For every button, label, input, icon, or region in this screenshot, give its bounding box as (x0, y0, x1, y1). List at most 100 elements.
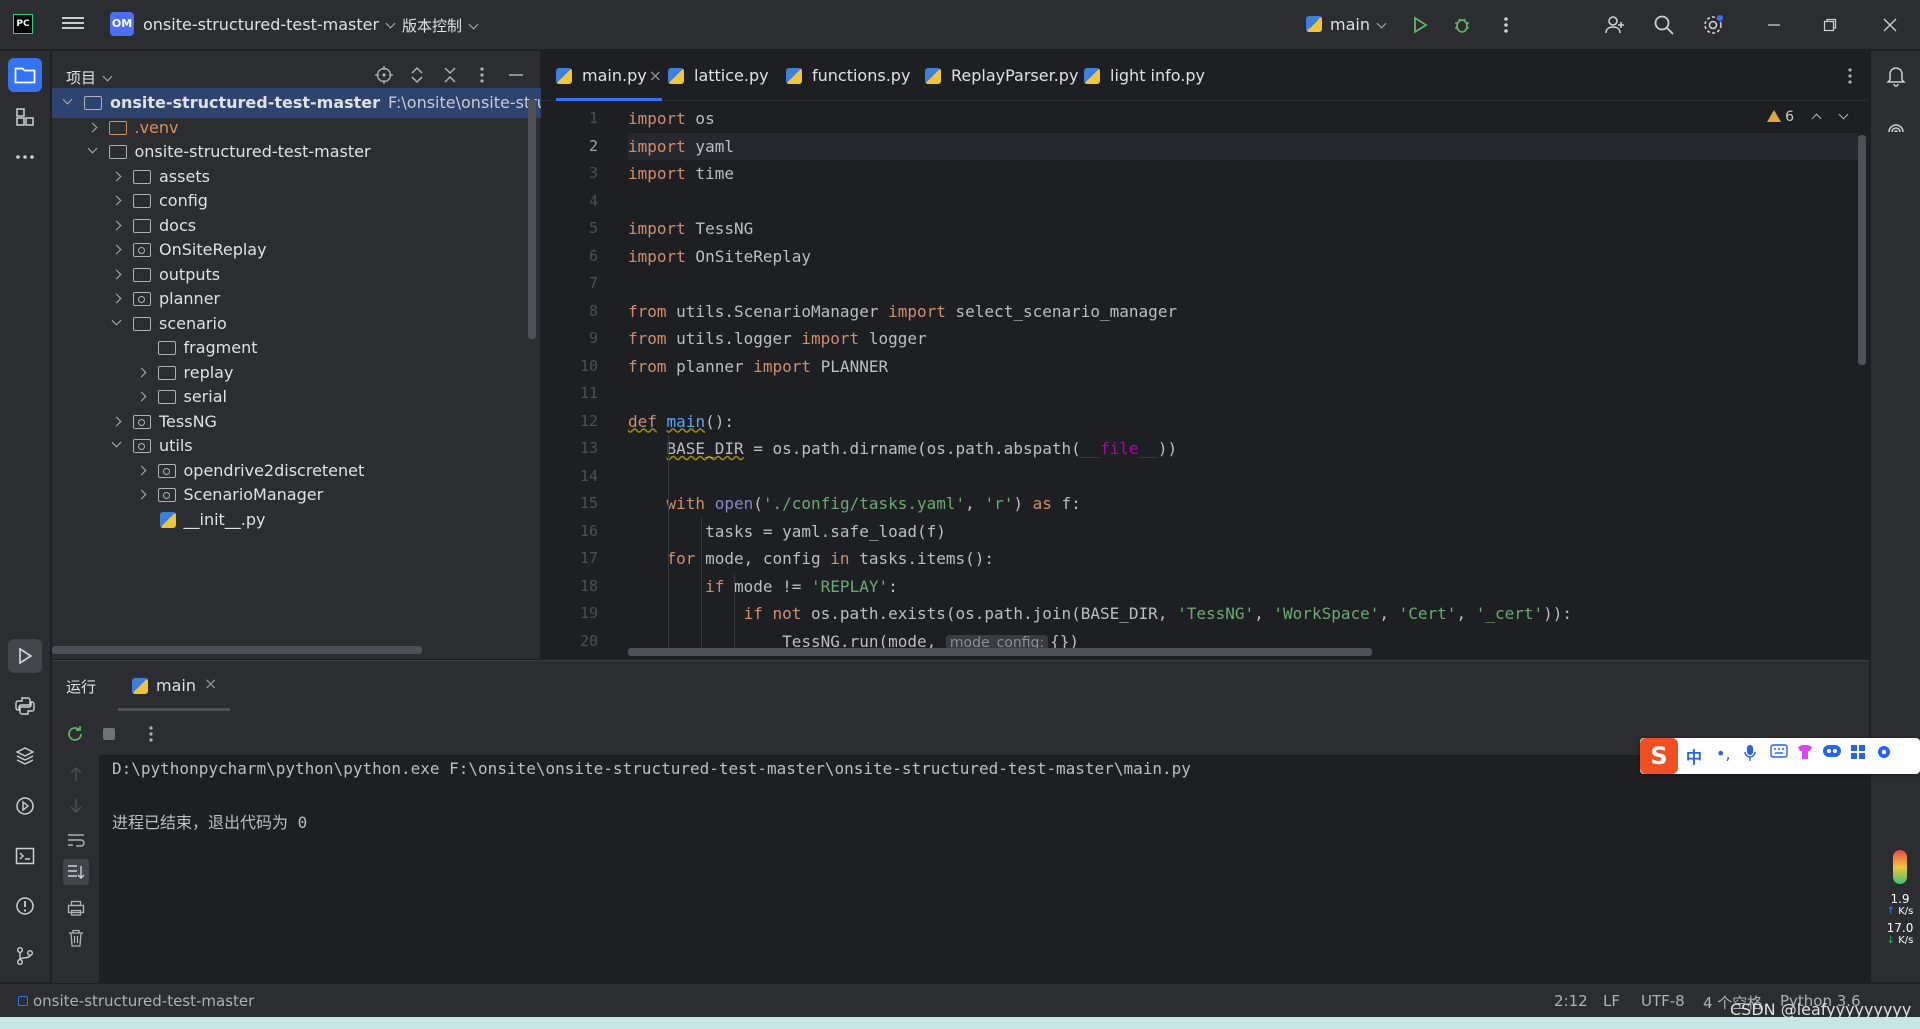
code-view[interactable]: import os import yaml import time import Te… (628, 101, 1858, 659)
restore-icon[interactable] (1818, 13, 1842, 37)
tree-vertical-scrollbar[interactable] (528, 99, 536, 339)
chevron-right-icon[interactable] (111, 195, 122, 206)
problems-icon[interactable] (8, 889, 42, 923)
project-tool-window: 项目 onsite-structured-test-master F:\onsit… (52, 51, 541, 659)
stop-icon[interactable] (98, 723, 120, 745)
punctuation-icon[interactable]: •, (1716, 744, 1731, 763)
chevron-right-icon[interactable] (111, 171, 122, 181)
project-badge[interactable]: OM (110, 12, 134, 36)
line-number: 11 (579, 384, 598, 402)
status-project-name[interactable]: onsite-structured-test-master (33, 992, 254, 1010)
add-user-icon[interactable] (1603, 13, 1627, 37)
chevron-right-icon[interactable] (111, 220, 122, 230)
python-packages-icon[interactable] (8, 739, 42, 773)
tree-item[interactable]: __init__.py (52, 505, 541, 535)
structure-tool-icon[interactable] (8, 100, 42, 134)
more-actions-icon[interactable] (1494, 13, 1518, 37)
skin-icon[interactable] (1796, 744, 1814, 760)
project-tool-icon[interactable] (8, 58, 42, 92)
next-highlight-icon[interactable] (1838, 109, 1849, 120)
chevron-right-icon[interactable] (136, 489, 146, 500)
tab-options-icon[interactable] (1845, 67, 1855, 85)
locate-file-icon[interactable] (374, 65, 394, 85)
title-bar: PC OM onsite-structured-test-master 版本控制… (0, 0, 1920, 50)
scroll-up-icon[interactable] (65, 763, 87, 785)
chevron-right-icon[interactable] (136, 367, 146, 377)
code-line: BASE_DIR = os.path.dirname(os.path.abspa… (666, 439, 1178, 458)
debug-icon[interactable] (1450, 13, 1474, 37)
ime-settings-icon[interactable] (1876, 744, 1892, 760)
chevron-right-icon[interactable] (111, 269, 122, 279)
run-tool-icon[interactable] (8, 639, 42, 673)
scroll-to-end-icon[interactable] (63, 859, 89, 885)
services-icon[interactable] (8, 789, 42, 823)
chevron-down-icon (102, 71, 113, 82)
more-tools-icon[interactable] (8, 140, 42, 174)
settings-gear-icon[interactable] (1701, 13, 1725, 37)
line-number: 3 (588, 164, 598, 182)
run-config-label: main (1330, 15, 1370, 34)
run-icon[interactable] (1408, 13, 1432, 37)
run-config-selector[interactable]: main (1306, 15, 1387, 34)
clear-all-icon[interactable] (65, 927, 87, 949)
chevron-down-icon[interactable] (111, 315, 122, 325)
main-menu-icon[interactable] (62, 14, 84, 34)
project-view-selector[interactable]: 项目 (66, 67, 113, 88)
ime-language-toggle[interactable]: 中 (1686, 744, 1702, 768)
chevron-right-icon[interactable] (111, 293, 122, 304)
chevron-right-icon[interactable] (136, 391, 146, 402)
editor-tab[interactable]: light info.py (1084, 51, 1224, 101)
microphone-icon[interactable] (1744, 744, 1756, 762)
editor-tab[interactable]: functions.py (786, 51, 916, 101)
editor-vertical-scrollbar[interactable] (1858, 135, 1866, 365)
editor-tab[interactable]: lattice.py (668, 51, 778, 101)
ai-assistant-icon[interactable] (1879, 109, 1913, 143)
editor-tab-bar: main.py × lattice.py functions.py ReplayPars… (542, 51, 1869, 101)
close-window-icon[interactable] (1878, 13, 1902, 37)
print-icon[interactable] (65, 897, 87, 919)
python-console-icon[interactable] (8, 689, 42, 723)
toolbox-icon[interactable] (1850, 744, 1866, 760)
run-more-icon[interactable] (140, 723, 162, 745)
ime-toolbar[interactable]: S 中 •, (1640, 738, 1920, 774)
run-tab-label: main (156, 676, 196, 695)
vcs-menu[interactable]: 版本控制 (402, 15, 479, 36)
keyboard-icon[interactable] (1770, 744, 1788, 758)
editor-tab[interactable]: main.py × (556, 51, 662, 101)
chevron-down-icon[interactable] (62, 94, 73, 105)
run-tab-main[interactable]: main × (118, 661, 230, 711)
game-icon[interactable] (1822, 744, 1842, 758)
git-icon[interactable] (8, 939, 42, 973)
editor-horizontal-scrollbar[interactable] (628, 648, 1372, 656)
scroll-down-icon[interactable] (65, 795, 87, 817)
package-folder-icon (133, 439, 151, 453)
hide-panel-icon[interactable] (506, 65, 526, 85)
prev-highlight-icon[interactable] (1811, 113, 1821, 124)
collapse-all-icon[interactable] (440, 65, 460, 85)
expand-all-icon[interactable] (407, 65, 427, 85)
chevron-down-icon[interactable] (87, 143, 97, 154)
soft-wrap-icon[interactable] (65, 829, 87, 851)
chevron-down-icon[interactable] (111, 437, 122, 448)
close-tab-icon[interactable]: × (649, 51, 662, 101)
search-icon[interactable] (1652, 13, 1676, 37)
line-separator[interactable]: LF (1603, 992, 1620, 1010)
file-encoding[interactable]: UTF-8 (1641, 992, 1685, 1010)
editor-tab[interactable]: ReplayParser.py (925, 51, 1078, 101)
rerun-icon[interactable] (64, 723, 86, 745)
minimize-icon[interactable] (1762, 13, 1786, 37)
inspection-widget[interactable]: 6 (1766, 109, 1849, 125)
chevron-right-icon[interactable] (136, 465, 146, 475)
chevron-right-icon[interactable] (87, 122, 97, 132)
project-switcher[interactable]: onsite-structured-test-master (143, 15, 396, 34)
line-number: 19 (579, 604, 598, 622)
terminal-icon[interactable] (8, 839, 42, 873)
tree-horizontal-scrollbar[interactable] (52, 646, 422, 654)
notifications-icon[interactable] (1879, 59, 1913, 93)
options-icon[interactable] (472, 65, 492, 85)
cursor-position[interactable]: 2:12 (1554, 992, 1588, 1010)
close-tab-icon[interactable]: × (204, 674, 217, 693)
chevron-right-icon[interactable] (111, 416, 122, 426)
chevron-right-icon[interactable] (111, 244, 122, 255)
